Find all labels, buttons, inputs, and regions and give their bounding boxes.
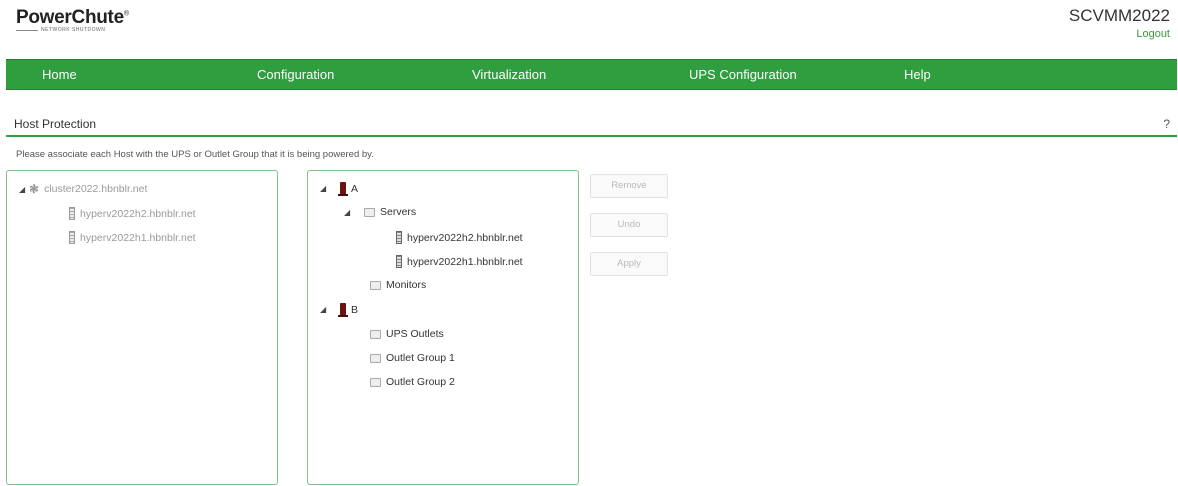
group-icon	[370, 377, 381, 387]
brand-subtitle: NETWORK SHUTDOWN	[41, 27, 106, 33]
host-label: hyperv2022h2.hbnblr.net	[407, 231, 523, 244]
group-icon	[364, 207, 375, 217]
tree-node-outlet-group-2[interactable]: Outlet Group 2	[370, 376, 455, 388]
remove-button[interactable]: Remove	[590, 174, 668, 198]
tree-node-ups-b[interactable]: ◢ B	[320, 303, 359, 317]
apply-button[interactable]: Apply	[590, 252, 668, 276]
group-label: Servers	[380, 206, 417, 218]
main-nav: Home Configuration Virtualization UPS Co…	[6, 59, 1177, 90]
cluster-label: cluster2022.hbnblr.net	[44, 183, 148, 195]
brand-logo: PowerChute® NETWORK SHUTDOWN	[16, 7, 129, 33]
tree-node-host[interactable]: hyperv2022h1.hbnblr.net	[396, 255, 523, 268]
collapse-icon[interactable]: ◢	[320, 184, 330, 193]
host-label: hyperv2022h1.hbnblr.net	[80, 231, 196, 244]
server-icon	[69, 231, 75, 244]
server-icon	[396, 255, 402, 268]
tree-node-monitors[interactable]: Monitors	[370, 279, 426, 291]
brand-divider	[16, 29, 38, 31]
ups-tree-panel[interactable]: ◢ A ◢ Servers hyperv2022h2.hbnblr.net hy…	[307, 170, 579, 485]
ups-label: B	[351, 303, 359, 316]
group-icon	[370, 329, 381, 339]
nav-help[interactable]: Help	[904, 67, 931, 82]
tree-node-host[interactable]: hyperv2022h2.hbnblr.net	[396, 231, 523, 244]
nav-virtualization[interactable]: Virtualization	[472, 67, 546, 82]
tree-node-host[interactable]: hyperv2022h1.hbnblr.net	[69, 231, 196, 244]
instructions-text: Please associate each Host with the UPS …	[16, 149, 374, 160]
hostname: SCVMM2022	[1068, 6, 1170, 25]
group-label: Outlet Group 2	[386, 376, 455, 388]
group-label: UPS Outlets	[386, 328, 444, 340]
server-icon	[69, 207, 75, 220]
tree-node-servers[interactable]: ◢ Servers	[344, 206, 416, 218]
page-title: Host Protection	[14, 117, 97, 131]
nav-home[interactable]: Home	[42, 67, 77, 82]
host-label: hyperv2022h2.hbnblr.net	[80, 207, 196, 220]
group-icon	[370, 353, 381, 363]
tree-node-cluster[interactable]: ◢ ❃ cluster2022.hbnblr.net	[19, 182, 147, 196]
ups-icon	[338, 303, 348, 317]
tree-node-ups-a[interactable]: ◢ A	[320, 182, 359, 196]
host-tree-panel[interactable]: ◢ ❃ cluster2022.hbnblr.net hyperv2022h2.…	[6, 170, 278, 485]
collapse-icon[interactable]: ◢	[344, 208, 354, 217]
host-label: hyperv2022h1.hbnblr.net	[407, 255, 523, 268]
tree-node-ups-outlets[interactable]: UPS Outlets	[370, 328, 444, 340]
logout-link[interactable]: Logout	[1136, 28, 1170, 40]
brand-name: PowerChute	[16, 7, 124, 28]
cluster-icon: ❃	[29, 182, 40, 196]
group-icon	[370, 280, 381, 290]
brand-mark: ®	[123, 10, 129, 18]
server-icon	[396, 231, 402, 244]
tree-node-outlet-group-1[interactable]: Outlet Group 1	[370, 352, 455, 364]
nav-ups-configuration[interactable]: UPS Configuration	[689, 67, 797, 82]
tree-node-host[interactable]: hyperv2022h2.hbnblr.net	[69, 207, 196, 220]
section-divider	[6, 135, 1177, 137]
ups-label: A	[351, 182, 359, 195]
nav-configuration[interactable]: Configuration	[257, 67, 334, 82]
ups-icon	[338, 182, 348, 196]
group-label: Outlet Group 1	[386, 352, 455, 364]
help-icon[interactable]: ?	[1163, 117, 1170, 131]
group-label: Monitors	[386, 279, 427, 291]
undo-button[interactable]: Undo	[590, 213, 668, 237]
collapse-icon[interactable]: ◢	[320, 305, 330, 314]
collapse-icon[interactable]: ◢	[19, 185, 29, 194]
